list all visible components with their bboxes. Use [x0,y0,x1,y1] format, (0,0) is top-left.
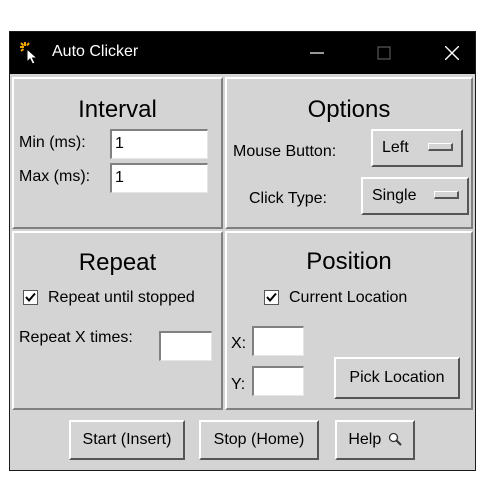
click-type-select[interactable]: Single [361,177,469,215]
repeat-panel: Repeat Repeat until stopped Repeat X tim… [12,231,223,410]
x-label: X: [231,335,247,352]
x-coordinate-input[interactable] [252,326,304,356]
checkmark-icon [25,292,36,303]
title-bar[interactable]: Auto Clicker [10,32,475,74]
current-location-checkbox[interactable] [264,290,279,305]
mouse-button-select[interactable]: Left [371,129,463,167]
repeat-until-stopped-checkbox[interactable] [23,290,38,305]
close-icon [445,46,459,60]
options-heading: Options [307,96,391,123]
click-type-label: Click Type: [249,190,327,207]
auto-clicker-window: Auto Clicker Interval Min (ms): 1 Max (m… [9,31,476,471]
max-ms-label: Max (ms): [19,168,91,185]
maximize-button[interactable] [361,32,407,74]
repeat-x-times-label: Repeat X times: [19,329,133,346]
option-menu-indicator [428,143,453,151]
checkmark-icon [266,292,277,303]
magnifier-icon [388,432,402,446]
minimize-button[interactable] [294,32,340,74]
position-panel: Position Current Location X: Y: Pick Loc… [225,231,473,410]
minimize-icon [310,52,324,54]
window-client-area: Interval Min (ms): 1 Max (ms): 1 Options… [10,74,475,470]
interval-heading: Interval [78,96,157,123]
click-type-value: Single [372,187,417,204]
option-menu-indicator [434,191,459,199]
help-button[interactable]: Help [335,420,415,460]
interval-panel: Interval Min (ms): 1 Max (ms): 1 [12,77,223,229]
repeat-heading: Repeat [78,249,157,276]
mouse-button-value: Left [382,139,409,156]
y-label: Y: [231,376,246,393]
stop-button[interactable]: Stop (Home) [199,420,319,460]
mouse-button-label: Mouse Button: [233,143,337,160]
repeat-until-stopped-label: Repeat until stopped [48,289,195,306]
repeat-x-times-input[interactable] [159,331,212,361]
min-ms-label: Min (ms): [19,134,86,151]
max-ms-input[interactable]: 1 [110,163,208,193]
current-location-label: Current Location [289,289,408,306]
app-cursor-icon [19,41,43,65]
min-ms-input[interactable]: 1 [110,129,208,159]
close-button[interactable] [429,32,475,74]
options-panel: Options Mouse Button: Left Click Type: S… [225,77,473,229]
start-button[interactable]: Start (Insert) [69,420,185,460]
help-label: Help [348,431,382,448]
position-heading: Position [306,248,392,275]
maximize-icon [377,46,391,60]
window-title: Auto Clicker [52,43,139,60]
y-coordinate-input[interactable] [252,366,304,396]
pick-location-button[interactable]: Pick Location [334,357,460,399]
